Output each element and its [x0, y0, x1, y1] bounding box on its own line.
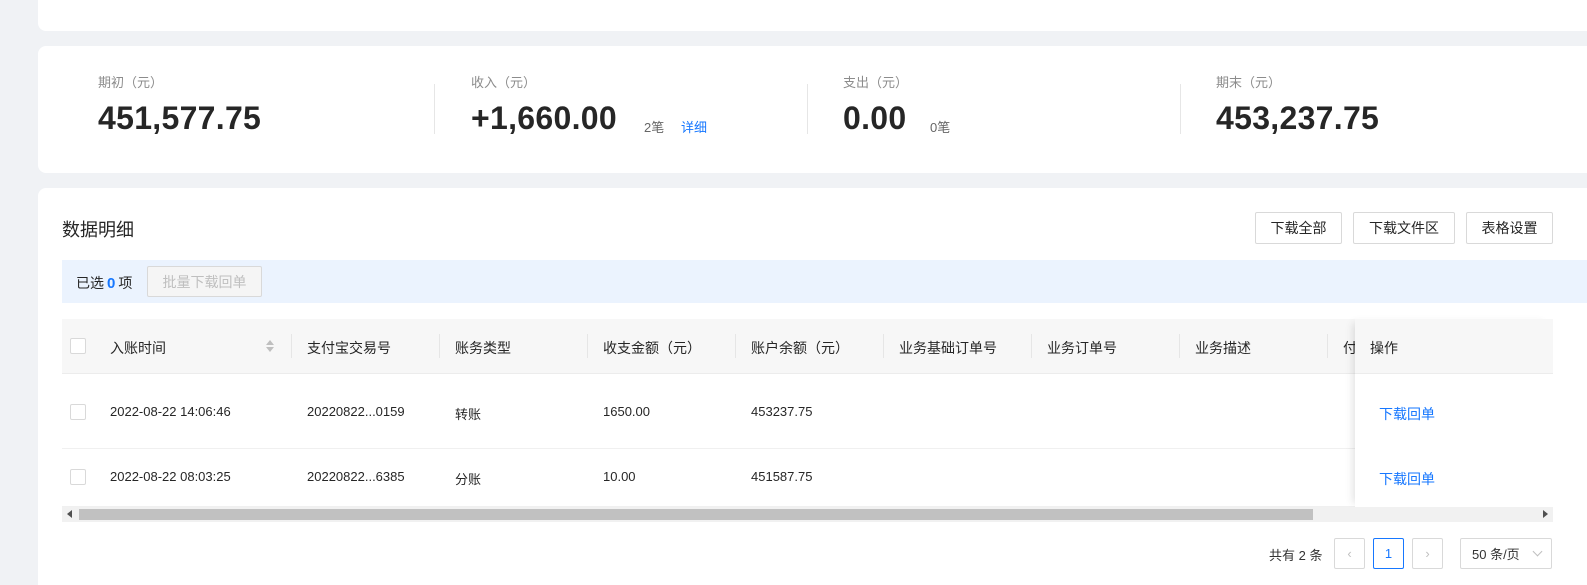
column-header: 业务基础订单号 [899, 340, 997, 356]
cell-type: 分账 [455, 472, 482, 487]
cell-trade-no: 20220822...0159 [307, 404, 405, 419]
column-header: 支付宝交易号 [307, 340, 391, 356]
column-header: 账户余额（元） [751, 340, 849, 356]
section-title: 数据明细 [62, 220, 134, 240]
column-divider [587, 334, 588, 358]
chevron-right-icon: › [1425, 546, 1430, 561]
row-checkbox[interactable] [70, 404, 86, 420]
cell-amount: 1650.00 [603, 404, 650, 419]
column-divider [291, 334, 292, 358]
table-row: 2022-08-22 14:06:46 20220822...0159 转账 1… [62, 374, 1553, 449]
data-table: 入账时间 支付宝交易号 账务类型 收支金额（元） 账户余额（元） 业务基础订单号… [62, 319, 1553, 507]
download-all-button[interactable]: 下载全部 [1255, 212, 1342, 244]
income-count: 2笔 [644, 120, 665, 135]
table-header: 入账时间 支付宝交易号 账务类型 收支金额（元） 账户余额（元） 业务基础订单号… [62, 319, 1553, 374]
column-header: 业务订单号 [1047, 340, 1117, 356]
selection-count: 0 [107, 275, 116, 292]
page-size-value: 50 条/页 [1472, 547, 1520, 562]
bulk-download-button[interactable]: 批量下载回单 [147, 266, 262, 297]
detail-card: 数据明细 下载全部 下载文件区 表格设置 已选 0 项 批量下载回单 入账时间 支付… [38, 188, 1587, 585]
page-size-select[interactable]: 50 条/页 [1460, 538, 1552, 569]
cell-amount: 10.00 [603, 469, 636, 484]
cell-trade-no: 20220822...6385 [307, 469, 405, 484]
action-column-header: 操作 [1355, 319, 1553, 374]
cell-type: 转账 [455, 407, 482, 422]
opening-label: 期初（元） [98, 75, 164, 90]
expense-label: 支出（元） [843, 75, 909, 90]
scroll-left-icon[interactable] [67, 510, 72, 518]
prev-page-button[interactable]: ‹ [1334, 538, 1365, 569]
column-divider [1179, 334, 1180, 358]
download-receipt-link[interactable]: 下载回单 [1379, 404, 1435, 424]
row-checkbox[interactable] [70, 469, 86, 485]
column-divider [1327, 334, 1328, 358]
selection-text: 已选 0 项 [76, 273, 132, 293]
stat-divider [807, 84, 808, 134]
top-card [38, 0, 1587, 31]
expense-count: 0笔 [930, 120, 951, 135]
summary-card: 期初（元） 451,577.75 收入（元） +1,660.00 2笔 详细 支… [38, 46, 1587, 173]
selection-bar: 已选 0 项 批量下载回单 [62, 260, 1587, 303]
column-header: 操作 [1370, 340, 1398, 356]
scrollbar-thumb[interactable] [79, 509, 1313, 520]
column-header: 收支金额（元） [603, 340, 701, 356]
sort-icon[interactable] [265, 338, 275, 354]
chevron-left-icon: ‹ [1347, 546, 1352, 561]
column-divider [883, 334, 884, 358]
column-header[interactable]: 入账时间 [110, 338, 166, 358]
chevron-down-icon [1532, 546, 1543, 557]
column-divider [735, 334, 736, 358]
cell-time: 2022-08-22 14:06:46 [110, 404, 231, 419]
column-header: 业务描述 [1195, 340, 1251, 356]
income-value: +1,660.00 [471, 100, 617, 136]
scroll-right-icon[interactable] [1543, 510, 1548, 518]
next-page-button[interactable]: › [1412, 538, 1443, 569]
table-settings-button[interactable]: 表格设置 [1466, 212, 1553, 244]
closing-label: 期末（元） [1216, 75, 1282, 90]
stat-divider [1180, 84, 1181, 134]
stat-divider [434, 84, 435, 134]
income-label: 收入（元） [471, 75, 537, 90]
income-detail-link[interactable]: 详细 [681, 117, 707, 136]
table-row: 2022-08-22 08:03:25 20220822...6385 分账 1… [62, 449, 1553, 507]
pagination-total: 共有 2 条 [1269, 548, 1323, 563]
cell-balance: 451587.75 [751, 469, 813, 484]
expense-value: 0.00 [843, 100, 907, 136]
selection-suffix: 项 [118, 275, 133, 291]
opening-value: 451,577.75 [98, 100, 262, 136]
column-divider [439, 334, 440, 358]
action-column: 操作 下载回单 下载回单 [1355, 319, 1553, 507]
cell-time: 2022-08-22 08:03:25 [110, 469, 231, 484]
select-all-checkbox[interactable] [70, 338, 86, 354]
column-header: 账务类型 [455, 340, 511, 356]
horizontal-scrollbar[interactable] [62, 507, 1553, 522]
download-receipt-link[interactable]: 下载回单 [1379, 469, 1435, 489]
column-divider [1031, 334, 1032, 358]
page-1-button[interactable]: 1 [1373, 538, 1404, 569]
cell-balance: 453237.75 [751, 404, 813, 419]
selection-prefix: 已选 [76, 275, 104, 291]
download-area-button[interactable]: 下载文件区 [1353, 212, 1455, 244]
closing-value: 453,237.75 [1216, 100, 1380, 136]
